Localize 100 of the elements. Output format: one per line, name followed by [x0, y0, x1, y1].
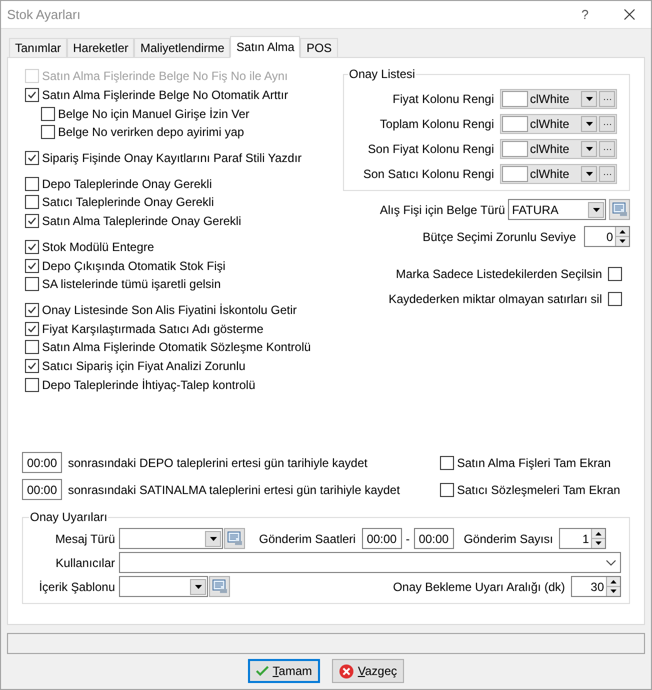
dropdown-button[interactable]: [581, 166, 597, 182]
check-icon: [27, 304, 37, 315]
checkbox[interactable]: [25, 195, 39, 210]
dropdown-button[interactable]: [581, 91, 597, 107]
checkbox[interactable]: [440, 482, 454, 496]
check-icon: [27, 216, 37, 226]
checkbox-label: Kaydederken miktar olmayan satırları sil: [388, 292, 602, 306]
dropdown-button[interactable]: [190, 578, 206, 594]
checkbox[interactable]: [440, 456, 454, 470]
group-title: Onay Uyarıları: [29, 510, 108, 524]
checkbox[interactable]: [41, 125, 55, 140]
cancel-button[interactable]: Vazgeç: [332, 659, 404, 683]
window-title: Stok Ayarları: [7, 7, 82, 22]
dropdown-button[interactable]: [581, 141, 597, 157]
checkbox[interactable]: [25, 378, 39, 392]
checkbox-label: Depo Taleplerinde Onay Gerekli: [42, 176, 212, 191]
checkbox-label: Fiyat Karşılaştırmada Satıcı Adı gösterme: [42, 322, 264, 336]
help-button[interactable]: ?: [563, 1, 607, 28]
spin-arrows-icon: [616, 227, 629, 246]
checkbox-label: Onay Listesinde Son Alis Fiyatini İskontolu Getir: [42, 302, 297, 317]
dropdown-button[interactable]: [588, 202, 604, 218]
color-picker[interactable]: clWhite: [500, 139, 617, 159]
time-field[interactable]: 00:00: [414, 528, 454, 549]
checkbox[interactable]: [25, 302, 39, 317]
field-label: Gönderim Saatleri: [259, 532, 356, 546]
dropdown-arrow-icon: [586, 122, 592, 126]
dropdown-button[interactable]: [205, 530, 221, 546]
checkbox[interactable]: [25, 322, 39, 336]
checkbox-label: Satın Alma Fişlerinde Belge No Otomatik Arttır: [42, 88, 288, 102]
list-icon: [226, 531, 242, 546]
dropdown-arrow-icon: [586, 97, 592, 101]
list-icon: [212, 579, 228, 594]
checkbox-label: Satıcı Sipariş için Fiyat Analizi Zorunlu: [42, 358, 246, 373]
tab[interactable]: Tanımlar: [9, 38, 68, 57]
checkbox-label: Depo Taleplerinde İhtiyaç-Talep kontrolü: [42, 378, 256, 392]
tab[interactable]: Satın Alma: [230, 36, 300, 58]
checkbox-label: Marka Sadece Listedekilerden Seçilsin: [396, 266, 602, 280]
field-label: Bütçe Seçimi Zorunlu Seviye: [422, 230, 576, 244]
checkbox[interactable]: [25, 358, 39, 373]
checkbox[interactable]: [25, 277, 39, 292]
dropdown-field[interactable]: FATURA: [508, 199, 606, 220]
list-icon: [612, 202, 628, 217]
dropdown-field[interactable]: [119, 552, 621, 573]
field-label: Son Satıcı Kolonu Rengi: [363, 167, 494, 181]
checkbox-label: Satın Alma Taleplerinde Onay Gerekli: [42, 214, 242, 228]
checkbox[interactable]: [41, 106, 55, 121]
close-icon: [624, 9, 634, 20]
check-icon: [27, 90, 37, 100]
dropdown-arrow-icon: [194, 584, 202, 588]
checkbox-label: Depo Çıkışında Otomatik Stok Fişi: [42, 258, 226, 273]
checkbox-label: Satın Alma Fişleri Tam Ekran: [457, 456, 611, 470]
checkbox-label: Belge No verirken depo ayirimi yap: [58, 125, 244, 140]
dropdown-arrow-icon: [586, 172, 592, 176]
checkbox[interactable]: [25, 151, 39, 166]
color-picker[interactable]: clWhite: [500, 89, 617, 109]
cancel-icon: [339, 662, 354, 680]
time-field[interactable]: 00:00: [362, 528, 402, 549]
checkbox[interactable]: [608, 292, 622, 306]
check-icon: [27, 360, 37, 371]
checkbox[interactable]: [25, 340, 39, 354]
time-field[interactable]: 00:00: [22, 479, 62, 500]
checkbox[interactable]: [25, 88, 39, 102]
field-label: Kullanıcılar: [54, 556, 115, 570]
color-picker[interactable]: clWhite: [500, 164, 617, 184]
checkbox[interactable]: [608, 266, 622, 280]
tab[interactable]: POS: [300, 38, 338, 57]
check-icon: [27, 260, 37, 271]
tab[interactable]: Maliyetlendirme: [134, 38, 230, 57]
dropdown-field[interactable]: [119, 576, 208, 597]
check-icon: [27, 242, 37, 252]
tab[interactable]: Hareketler: [67, 38, 134, 57]
dropdown-field[interactable]: [119, 528, 223, 549]
dropdown-arrow-icon: [586, 147, 592, 151]
lookup-button[interactable]: [609, 199, 630, 220]
checkbox[interactable]: [25, 214, 39, 228]
dropdown-arrow-icon: [210, 536, 216, 540]
color-picker[interactable]: clWhite: [500, 114, 617, 134]
spin-arrows-icon: [592, 529, 606, 548]
field-label: Alış Fişi için Belge Türü: [380, 202, 505, 216]
time-field[interactable]: 00:00: [22, 452, 62, 473]
spin-arrows-icon: [607, 577, 620, 596]
dropdown-arrow-icon: [592, 208, 600, 212]
field-label: Onay Bekleme Uyarı Aralığı (dk): [392, 580, 565, 594]
checkbox-label: Satın Alma Fişlerinde Belge No Fiş No ile Aynı: [42, 69, 288, 84]
checkbox[interactable]: [25, 258, 39, 273]
dropdown-button[interactable]: [581, 116, 597, 132]
checkbox-label: Sipariş Fişinde Onay Kayıtlarını Paraf Stili Yazdır: [42, 151, 302, 166]
field-label: Son Fiyat Kolonu Rengi: [368, 142, 494, 156]
checkbox-label: SA listelerinde tümü işaretli gelsin: [42, 277, 221, 292]
ok-button[interactable]: Tamam: [248, 659, 320, 683]
field-label: İçerik Şablonu: [38, 580, 115, 594]
spin-field[interactable]: 0: [584, 226, 630, 247]
chevron-down-icon: [606, 560, 616, 566]
field-label: Gönderim Sayısı: [464, 532, 554, 546]
spin-field[interactable]: 30: [571, 576, 621, 597]
checkbox[interactable]: [25, 240, 39, 254]
checkbox[interactable]: [25, 176, 39, 191]
range-separator: -: [406, 532, 410, 546]
checkbox-label: Stok Modülü Entegre: [42, 240, 154, 254]
spin-field[interactable]: 1: [559, 528, 606, 549]
